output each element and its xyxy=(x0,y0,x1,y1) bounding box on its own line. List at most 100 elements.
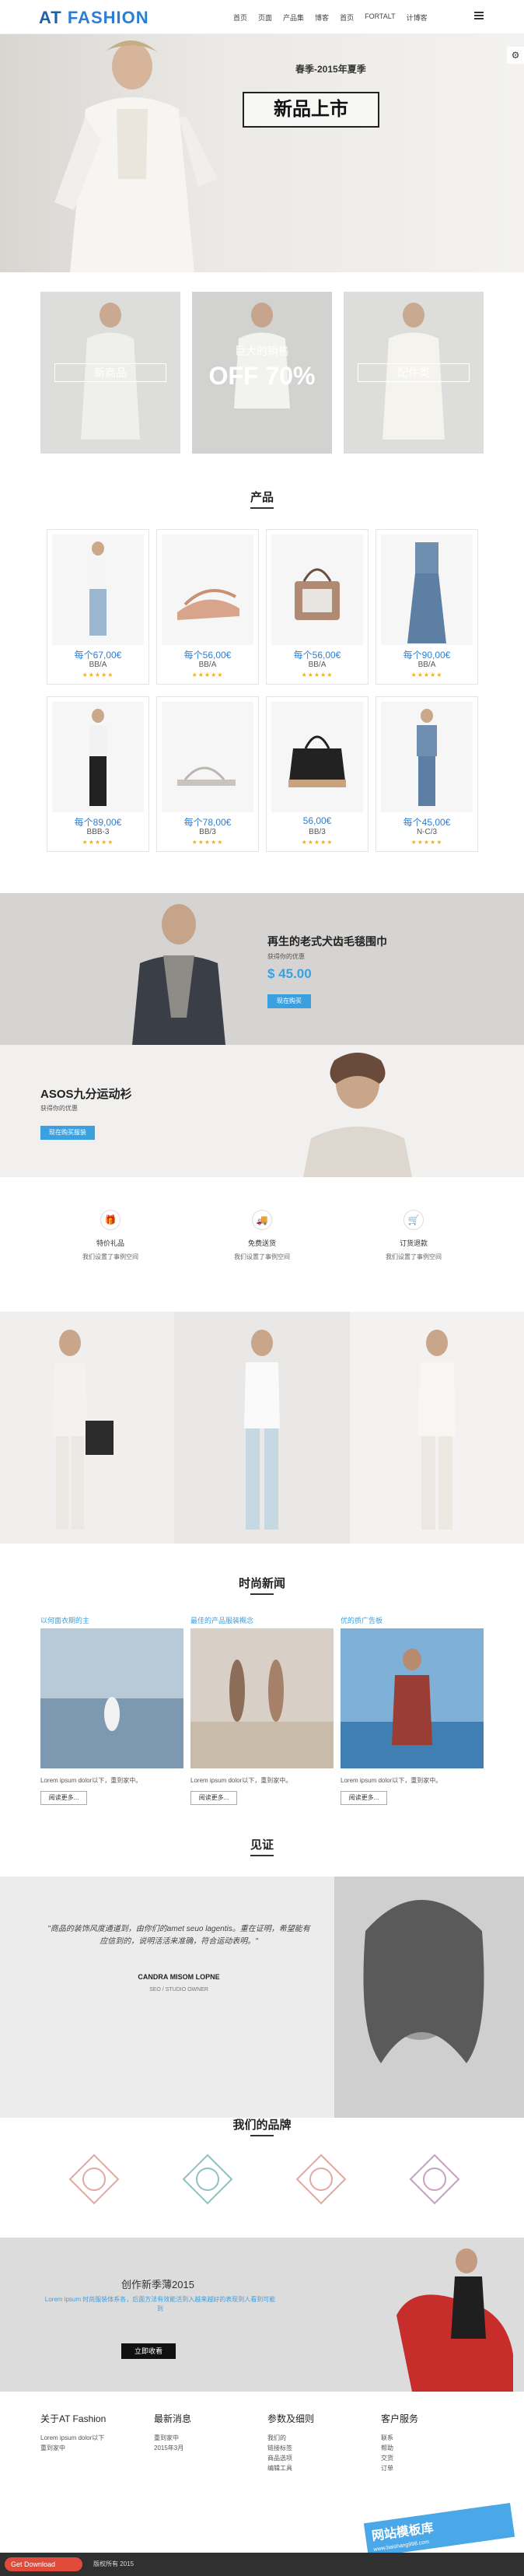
product-rating: ★★★★★ xyxy=(301,671,334,678)
news-category[interactable]: 以何面衣期的主 xyxy=(40,1615,183,1625)
sweatshirt-buy-button[interactable]: 现在购买服装 xyxy=(40,1126,95,1140)
footer-link[interactable]: 我们的 xyxy=(267,2433,376,2443)
product-card[interactable]: 每个56,00€ BB/A ★★★★★ xyxy=(156,529,259,685)
footer-link[interactable]: 链接标签 xyxy=(267,2443,376,2453)
bottom-bar-text: 版权所有 2015 xyxy=(93,2560,134,2567)
hero-banner: 春季-2015年夏季 新品上市 ⚙ xyxy=(0,0,524,272)
sweatshirt-title: ASOS九分运动衫 xyxy=(40,1088,132,1101)
footer-link[interactable]: 订单 xyxy=(381,2463,490,2473)
product-card[interactable]: 每个56,00€ BB/A ★★★★★ xyxy=(266,529,369,685)
product-card[interactable]: 每个89,00€ BBB-3 ★★★★★ xyxy=(47,696,149,852)
footer-col-terms: 参数及细则 我们的 链接标签 商品选项 编辑工具 xyxy=(267,2412,376,2473)
news-item: 以何面衣期的主 Lorem ipsum dolor以下，重到家中。 阅读更多..… xyxy=(40,1615,183,1805)
product-image-sandals xyxy=(162,702,253,812)
product-price: 每个45,00€ xyxy=(403,817,451,828)
nav-item-home[interactable]: 首页 xyxy=(233,12,247,23)
news-title-divider xyxy=(250,1593,274,1595)
feature-title: 免费送货 xyxy=(247,1239,276,1247)
settings-gear-icon[interactable]: ⚙ xyxy=(507,47,524,64)
scarf-subtitle: 获得你的优惠 xyxy=(267,953,305,960)
hero-title: 新品上市 xyxy=(243,92,379,128)
nav-item-products[interactable]: 产品集 xyxy=(283,12,304,23)
sweatshirt-subtitle: 获得你的优惠 xyxy=(40,1105,78,1112)
brand-logo-4[interactable] xyxy=(407,2152,462,2206)
news-excerpt: Lorem ipsum dolor以下，重到家中。 xyxy=(190,1777,292,1784)
product-card[interactable]: 每个45,00€ N-C/3 ★★★★★ xyxy=(376,696,478,852)
nav-item-home-2[interactable]: 首页 xyxy=(340,12,354,23)
promo-sale[interactable]: 巨大的销售 OFF 70% xyxy=(192,292,332,454)
gallery-image-1[interactable] xyxy=(0,1312,174,1544)
footer-link[interactable]: 重到家中 xyxy=(154,2433,263,2443)
product-name: BB/3 xyxy=(199,828,216,836)
footer-link[interactable]: 交货 xyxy=(381,2453,490,2463)
nav-item-pages[interactable]: 页面 xyxy=(258,12,272,23)
product-name: BB/A xyxy=(198,661,217,669)
brand-logo-1[interactable] xyxy=(67,2152,121,2206)
product-name: BB/3 xyxy=(309,828,326,836)
product-name: BBB-3 xyxy=(86,828,110,836)
footer-heading: 客户服务 xyxy=(381,2413,419,2424)
testimonial-author: CANDRA MISOM LOPNE xyxy=(138,1973,220,1981)
read-more-button[interactable]: 阅读更多... xyxy=(190,1791,237,1805)
product-price: 每个78,00€ xyxy=(183,817,232,828)
product-name: BB/A xyxy=(89,661,107,669)
promo-sale-big: OFF 70% xyxy=(208,362,316,390)
get-download-button[interactable]: Get Download xyxy=(5,2557,82,2571)
product-card[interactable]: 每个90,00€ BB/A ★★★★★ xyxy=(376,529,478,685)
product-rating: ★★★★★ xyxy=(301,839,334,846)
product-price: 每个89,00€ xyxy=(74,817,122,828)
brand-logo-3[interactable] xyxy=(294,2152,348,2206)
product-price: 每个56,00€ xyxy=(183,650,232,661)
feature-title: 特价礼品 xyxy=(96,1239,124,1247)
feature-desc: 我们设置了事例空间 xyxy=(234,1253,290,1260)
nav-item-blog[interactable]: 博客 xyxy=(315,12,329,23)
promo-new-arrivals[interactable]: 新商品 xyxy=(40,292,180,454)
footer-link[interactable]: 编辑工具 xyxy=(267,2463,376,2473)
scarf-banner: 再生的老式犬齿毛毯围巾 获得你的优惠 $ 45.00 现在购买 xyxy=(0,893,524,1045)
scarf-buy-button[interactable]: 现在购买 xyxy=(267,994,311,1008)
news-image[interactable] xyxy=(341,1628,484,1768)
product-rating: ★★★★★ xyxy=(410,671,443,678)
menu-icon[interactable] xyxy=(474,12,484,19)
footer-link[interactable]: 帮助 xyxy=(381,2443,490,2453)
footer-heading: 参数及细则 xyxy=(267,2413,315,2424)
brands-section-title: 我们的品牌 xyxy=(232,2119,292,2132)
product-card[interactable]: 每个67,00€ BB/A ★★★★★ xyxy=(47,529,149,685)
news-excerpt: Lorem ipsum dolor以下，重到家中。 xyxy=(341,1777,442,1784)
hero-subtitle: 春季-2015年夏季 xyxy=(295,64,366,75)
news-image[interactable] xyxy=(190,1628,334,1768)
nav-item-portfolio[interactable]: FORTALT xyxy=(365,12,396,23)
scarf-price: $ 45.00 xyxy=(267,966,312,981)
top-navigation-bar: AT FASHION 首页 页面 产品集 博客 首页 FORTALT 计博客 xyxy=(0,0,524,34)
gallery-image-2[interactable] xyxy=(174,1312,350,1544)
promo-label-accessories: 配件类 xyxy=(358,363,470,382)
sweatshirt-banner: ASOS九分运动衫 获得你的优惠 现在购买服装 xyxy=(0,1045,524,1177)
news-category[interactable]: 优的质广告板 xyxy=(341,1615,484,1625)
products-section-title: 产品 xyxy=(250,491,274,504)
testimonial-role: SEO / STUDIO OWNER xyxy=(149,1987,208,1992)
footer-text: 2015年3月 xyxy=(154,2445,184,2452)
newsletter-button[interactable]: 立即收看 xyxy=(121,2343,176,2359)
news-image[interactable] xyxy=(40,1628,183,1768)
read-more-button[interactable]: 阅读更多... xyxy=(341,1791,387,1805)
main-nav: 首页 页面 产品集 博客 首页 FORTALT 计博客 xyxy=(233,12,428,23)
read-more-button[interactable]: 阅读更多... xyxy=(40,1791,87,1805)
footer-heading: 关于AT Fashion xyxy=(40,2413,107,2424)
truck-icon: 🚚 xyxy=(252,1210,272,1230)
gallery-image-3[interactable] xyxy=(350,1312,524,1544)
promo-accessories[interactable]: 配件类 xyxy=(344,292,484,454)
product-card[interactable]: 56,00€ BB/3 ★★★★★ xyxy=(266,696,369,852)
brand-logo-2[interactable] xyxy=(180,2152,235,2206)
feature-gifts: 🎁 特价礼品 我们设置了事例空间 xyxy=(40,1210,180,1262)
hero-model-image xyxy=(54,40,218,272)
footer-link[interactable]: 商品选项 xyxy=(267,2453,376,2463)
product-card[interactable]: 每个78,00€ BB/3 ★★★★★ xyxy=(156,696,259,852)
news-category[interactable]: 最佳的产品服装概念 xyxy=(190,1615,334,1625)
brands-title-divider xyxy=(250,2135,274,2136)
site-logo[interactable]: AT FASHION xyxy=(39,8,149,28)
product-rating: ★★★★★ xyxy=(410,839,443,846)
news-item: 最佳的产品服装概念 Lorem ipsum dolor以下，重到家中。 阅读更多… xyxy=(190,1615,334,1805)
nav-item-blog-2[interactable]: 计博客 xyxy=(407,12,428,23)
feature-refund: 🛒 订货退款 我们设置了事例空间 xyxy=(344,1210,484,1262)
footer-link[interactable]: 联系 xyxy=(381,2433,490,2443)
